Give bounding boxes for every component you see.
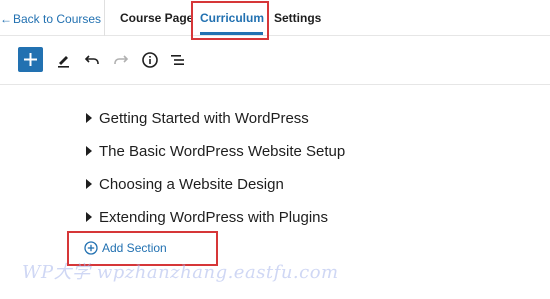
section-item[interactable]: The Basic WordPress Website Setup [86,139,345,163]
undo-icon [84,55,99,64]
expand-caret-icon[interactable] [86,212,92,222]
section-title: Choosing a Website Design [99,175,284,193]
watermark: WP大学 wpzhanzhang.eastfu.com [22,262,339,283]
curriculum-tab-highlight [191,1,269,40]
details-button[interactable] [139,49,161,71]
section-item[interactable]: Extending WordPress with Plugins [86,205,328,229]
back-arrow-icon: ← [0,12,12,26]
section-title: Getting Started with WordPress [99,109,309,127]
list-view-button[interactable] [167,49,189,71]
tab-course-page[interactable]: Course Page [120,11,193,25]
section-title: The Basic WordPress Website Setup [99,142,346,160]
redo-icon [114,55,129,64]
info-icon [142,52,158,68]
expand-caret-icon[interactable] [86,113,92,123]
section-item[interactable]: Choosing a Website Design [86,172,284,196]
expand-caret-icon[interactable] [86,146,92,156]
expand-caret-icon[interactable] [86,179,92,189]
top-navigation-bar: ←Back to Courses Course Page Curriculum … [0,0,550,36]
list-view-icon [171,55,184,65]
undo-button[interactable] [81,49,103,71]
section-title: Extending WordPress with Plugins [99,208,328,226]
section-item[interactable]: Getting Started with WordPress [86,106,309,130]
redo-button[interactable] [110,49,132,71]
editor-toolbar [0,37,550,85]
pen-icon [58,56,69,68]
back-to-courses-link[interactable]: ←Back to Courses [0,12,101,26]
add-block-button[interactable] [18,47,43,72]
plus-icon [24,53,37,66]
back-to-courses-label: Back to Courses [13,12,102,26]
nav-divider [104,0,105,36]
tab-settings[interactable]: Settings [274,11,321,25]
edit-tool-button[interactable] [53,49,75,71]
